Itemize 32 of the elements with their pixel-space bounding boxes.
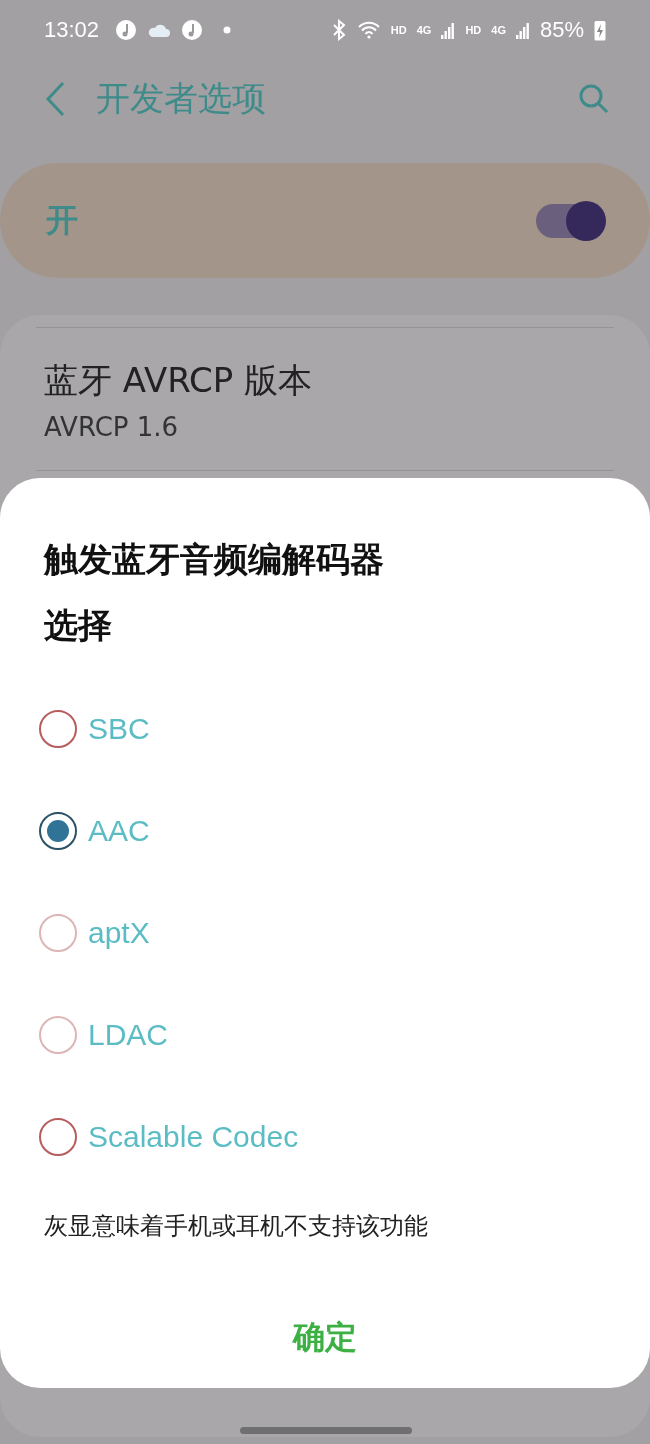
page-title: 开发者选项 (96, 77, 267, 120)
option-label[interactable]: SBC (88, 712, 150, 746)
dialog-title: 触发蓝牙音频编解码器选择 (44, 538, 385, 647)
bluetooth-icon (330, 19, 347, 41)
music-note-icon (115, 19, 138, 41)
hd-label: HD (465, 24, 482, 36)
network-label: 4G (491, 24, 506, 36)
radio-button[interactable] (39, 812, 77, 850)
dot-icon (223, 26, 232, 34)
network-label: 4G (416, 24, 432, 36)
signal-icon (515, 21, 530, 39)
signal-icon (441, 21, 456, 39)
option-label[interactable]: Scalable Codec (88, 1120, 299, 1154)
wifi-icon (356, 20, 381, 40)
hd-label: HD (390, 24, 407, 36)
status-time: 13:02 (44, 17, 100, 43)
toggle-switch[interactable] (536, 203, 604, 238)
setting-title[interactable]: 蓝牙 AVRCP 版本 (44, 358, 606, 404)
option-label[interactable]: AAC (88, 814, 150, 848)
home-indicator[interactable] (240, 1427, 412, 1434)
radio-button[interactable] (39, 710, 77, 748)
radio-button[interactable] (39, 1118, 77, 1156)
battery-percent: 85% (539, 17, 584, 43)
setting-value: AVRCP 1.6 (44, 412, 180, 442)
dialog-note: 灰显意味着手机或耳机不支持该功能 (44, 1211, 429, 1242)
music-note-icon (181, 19, 204, 41)
switch-label: 开 (46, 199, 78, 241)
search-icon[interactable] (578, 83, 610, 115)
confirm-button[interactable]: 确定 (272, 1310, 377, 1366)
back-icon[interactable] (44, 81, 66, 117)
battery-charging-icon (594, 19, 606, 41)
cloud-icon (147, 22, 172, 38)
